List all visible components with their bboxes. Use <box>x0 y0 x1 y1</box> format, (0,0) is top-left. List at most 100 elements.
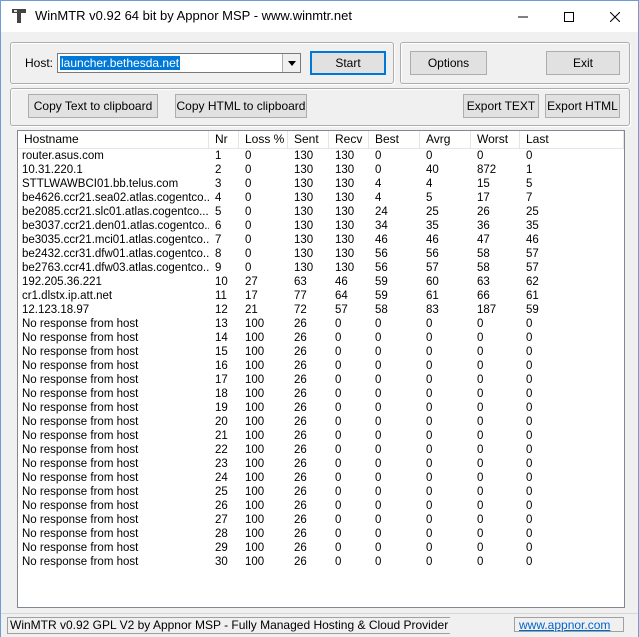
cell-recv: 0 <box>335 318 342 330</box>
table-row[interactable]: 192.205.36.221 10 27 63 46 59 60 63 62 <box>18 275 624 289</box>
table-row[interactable]: No response from host 24 100 26 0 0 0 0 0 <box>18 471 624 485</box>
table-row[interactable]: No response from host 17 100 26 0 0 0 0 0 <box>18 373 624 387</box>
table-row[interactable]: No response from host 25 100 26 0 0 0 0 0 <box>18 485 624 499</box>
column-header-avrg[interactable]: Avrg <box>420 131 471 148</box>
table-row[interactable]: No response from host 13 100 26 0 0 0 0 0 <box>18 317 624 331</box>
cell-nr: 27 <box>215 514 228 526</box>
cell-loss: 100 <box>245 528 265 540</box>
cell-nr: 18 <box>215 388 228 400</box>
cell-loss: 100 <box>245 346 265 358</box>
cell-last: 0 <box>526 402 533 414</box>
export-html-button[interactable]: Export HTML <box>545 94 620 118</box>
column-header-recv[interactable]: Recv <box>329 131 369 148</box>
table-row[interactable]: No response from host 30 100 26 0 0 0 0 0 <box>18 555 624 569</box>
close-button[interactable] <box>592 1 638 32</box>
table-row[interactable]: No response from host 15 100 26 0 0 0 0 0 <box>18 345 624 359</box>
table-row[interactable]: be3037.ccr21.den01.atlas.cogentco.... 6 0 1… <box>18 219 624 233</box>
column-header-loss[interactable]: Loss % <box>239 131 288 148</box>
cell-worst: 0 <box>477 402 484 414</box>
appnor-link[interactable]: www.appnor.com <box>514 617 624 632</box>
cell-recv: 64 <box>335 290 348 302</box>
table-row[interactable]: No response from host 28 100 26 0 0 0 0 0 <box>18 527 624 541</box>
table-row[interactable]: cr1.dlstx.ip.att.net 11 17 77 64 59 61 66 61 <box>18 289 624 303</box>
cell-recv: 130 <box>335 234 355 246</box>
table-row[interactable]: be2085.ccr21.slc01.atlas.cogentco.... 5 0 1… <box>18 205 624 219</box>
cell-hostname: No response from host <box>22 542 139 554</box>
host-input[interactable]: launcher.bethesda.net <box>60 56 181 70</box>
copy-text-button[interactable]: Copy Text to clipboard <box>28 94 158 118</box>
cell-sent: 26 <box>294 346 307 358</box>
export-text-button[interactable]: Export TEXT <box>463 94 539 118</box>
cell-recv: 0 <box>335 444 342 456</box>
cell-nr: 24 <box>215 472 228 484</box>
cell-avrg: 5 <box>426 192 433 204</box>
cell-best: 0 <box>375 458 382 470</box>
table-row[interactable]: No response from host 27 100 26 0 0 0 0 0 <box>18 513 624 527</box>
host-combobox[interactable]: launcher.bethesda.net <box>57 53 301 73</box>
cell-loss: 0 <box>245 262 252 274</box>
table-row[interactable]: No response from host 21 100 26 0 0 0 0 0 <box>18 429 624 443</box>
table-row[interactable]: No response from host 18 100 26 0 0 0 0 0 <box>18 387 624 401</box>
copy-html-button[interactable]: Copy HTML to clipboard <box>175 94 307 118</box>
minimize-icon <box>518 16 528 17</box>
table-row[interactable]: No response from host 29 100 26 0 0 0 0 0 <box>18 541 624 555</box>
table-row[interactable]: 12.123.18.97 12 21 72 57 58 83 187 59 <box>18 303 624 317</box>
table-row[interactable]: No response from host 20 100 26 0 0 0 0 0 <box>18 415 624 429</box>
cell-sent: 26 <box>294 542 307 554</box>
cell-loss: 21 <box>245 304 258 316</box>
options-button[interactable]: Options <box>410 51 487 75</box>
column-header-hostname[interactable]: Hostname <box>18 131 209 148</box>
cell-nr: 11 <box>215 290 227 302</box>
table-row[interactable]: be2763.ccr41.dfw03.atlas.cogentco.... 9 0 1… <box>18 261 624 275</box>
table-row[interactable]: No response from host 26 100 26 0 0 0 0 0 <box>18 499 624 513</box>
cell-nr: 30 <box>215 556 228 568</box>
column-header-nr[interactable]: Nr <box>209 131 239 148</box>
column-header-sent[interactable]: Sent <box>288 131 329 148</box>
column-header-last[interactable]: Last <box>520 131 624 148</box>
cell-recv: 0 <box>335 402 342 414</box>
column-header-worst[interactable]: Worst <box>471 131 520 148</box>
table-row[interactable]: No response from host 19 100 26 0 0 0 0 0 <box>18 401 624 415</box>
cell-nr: 8 <box>215 248 222 260</box>
cell-sent: 26 <box>294 514 307 526</box>
table-row[interactable]: router.asus.com 1 0 130 130 0 0 0 0 <box>18 149 624 163</box>
table-row[interactable]: 10.31.220.1 2 0 130 130 0 40 872 1 <box>18 163 624 177</box>
cell-loss: 100 <box>245 542 265 554</box>
start-button[interactable]: Start <box>310 51 386 75</box>
table-row[interactable]: be2432.ccr31.dfw01.atlas.cogentco.... 8 0 1… <box>18 247 624 261</box>
cell-loss: 0 <box>245 234 252 246</box>
table-row[interactable]: No response from host 14 100 26 0 0 0 0 0 <box>18 331 624 345</box>
maximize-button[interactable] <box>546 1 592 32</box>
maximize-icon <box>564 11 574 22</box>
table-row[interactable]: be3035.ccr21.mci01.atlas.cogentco.... 7 0 1… <box>18 233 624 247</box>
cell-nr: 16 <box>215 360 228 372</box>
cell-worst: 66 <box>477 290 490 302</box>
cell-avrg: 57 <box>426 262 439 274</box>
cell-sent: 26 <box>294 458 307 470</box>
table-row[interactable]: No response from host 16 100 26 0 0 0 0 0 <box>18 359 624 373</box>
cell-loss: 100 <box>245 374 265 386</box>
table-row[interactable]: No response from host 23 100 26 0 0 0 0 0 <box>18 457 624 471</box>
cell-last: 0 <box>526 542 533 554</box>
cell-hostname: be3037.ccr21.den01.atlas.cogentco.... <box>22 220 209 232</box>
cell-last: 0 <box>526 444 533 456</box>
cell-recv: 46 <box>335 276 348 288</box>
cell-worst: 58 <box>477 262 490 274</box>
minimize-button[interactable] <box>500 1 546 32</box>
title-bar[interactable]: WinMTR v0.92 64 bit by Appnor MSP - www.… <box>1 1 638 32</box>
cell-avrg: 0 <box>426 346 433 358</box>
table-row[interactable]: STTLWAWBCI01.bb.telus.com 3 0 130 130 4 4 15 5 <box>18 177 624 191</box>
cell-recv: 130 <box>335 178 355 190</box>
table-row[interactable]: be4626.ccr21.sea02.atlas.cogentco.... 4 0 1… <box>18 191 624 205</box>
exit-button[interactable]: Exit <box>546 51 620 75</box>
dropdown-button[interactable] <box>282 54 300 72</box>
cell-worst: 0 <box>477 500 484 512</box>
cell-recv: 0 <box>335 542 342 554</box>
table-row[interactable]: No response from host 22 100 26 0 0 0 0 0 <box>18 443 624 457</box>
cell-loss: 0 <box>245 150 252 162</box>
results-table[interactable]: Hostname Nr Loss % Sent Recv Best Avrg Worst Las… <box>17 130 625 608</box>
cell-recv: 0 <box>335 500 342 512</box>
cell-sent: 26 <box>294 430 307 442</box>
column-header-best[interactable]: Best <box>369 131 420 148</box>
winmtr-window: WinMTR v0.92 64 bit by Appnor MSP - www.… <box>0 0 639 637</box>
